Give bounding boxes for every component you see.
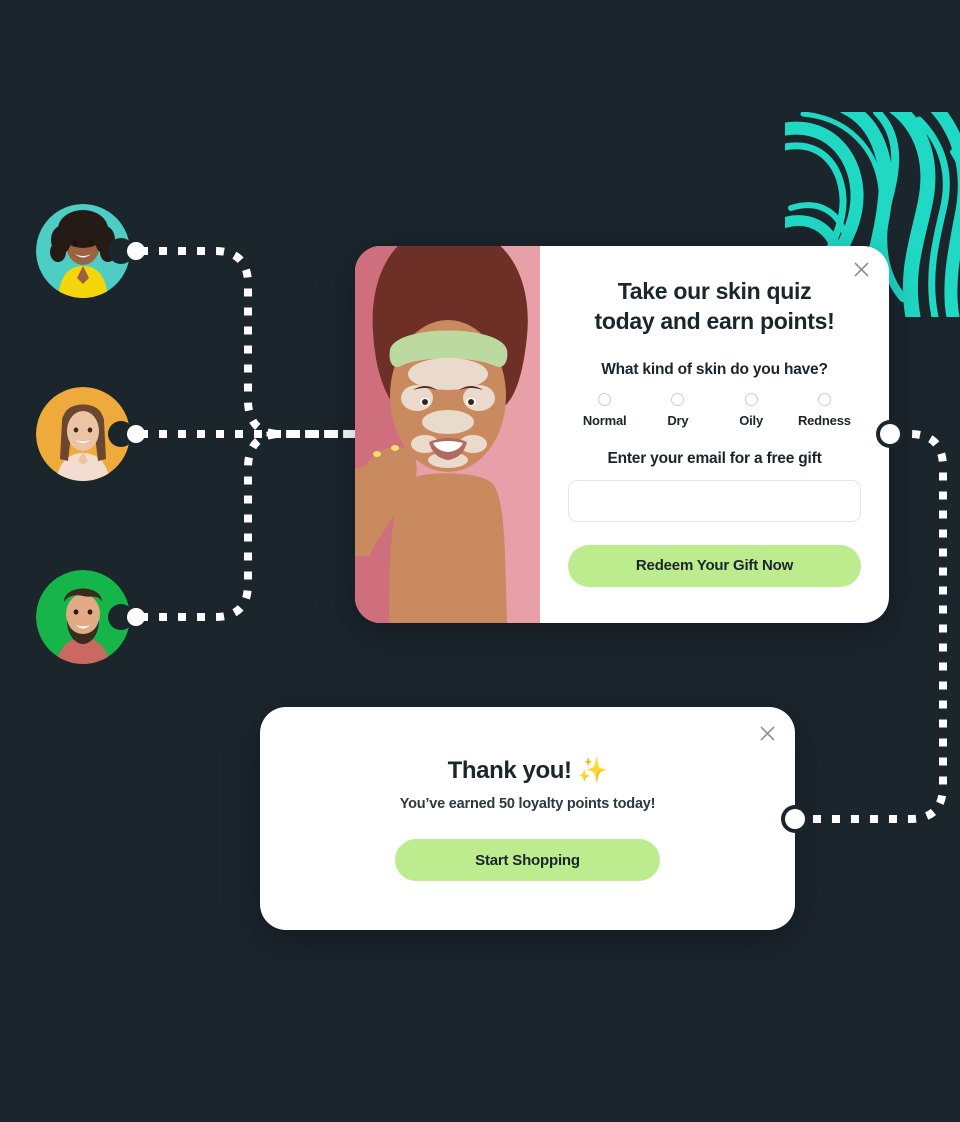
radio-label: Normal xyxy=(582,412,627,428)
radio-label: Dry xyxy=(667,412,689,428)
radio-circle-icon[interactable] xyxy=(598,392,612,406)
path-node-2 xyxy=(127,425,145,443)
close-icon[interactable] xyxy=(854,262,869,277)
path-node-3 xyxy=(127,608,145,626)
quiz-title-line-2: today and earn points! xyxy=(594,308,835,335)
radio-option-normal[interactable]: Normal xyxy=(568,392,641,428)
thank-you-modal: Thank you! ✨ You’ve earned 50 loyalty po… xyxy=(260,707,795,930)
email-input[interactable] xyxy=(568,479,861,522)
skin-quiz-modal: Take our skin quiz today and earn points… xyxy=(355,246,889,623)
radio-option-dry[interactable]: Dry xyxy=(641,392,714,428)
radio-option-oily[interactable]: Oily xyxy=(715,392,788,428)
path-node-thankyou-input xyxy=(785,809,805,829)
avatar-customer-2 xyxy=(36,387,130,481)
radio-circle-icon[interactable] xyxy=(817,392,831,406)
radio-label: Oily xyxy=(739,412,763,428)
path-node-quiz-output xyxy=(880,424,900,444)
avatar-customer-3 xyxy=(36,570,130,664)
path-node-1 xyxy=(127,242,145,260)
quiz-title: Take our skin quiz today and earn points… xyxy=(568,276,861,337)
close-icon[interactable] xyxy=(760,726,775,741)
radio-label: Redness xyxy=(797,412,851,428)
loyalty-points-message: You’ve earned 50 loyalty points today! xyxy=(399,796,656,812)
radio-option-redness[interactable]: Redness xyxy=(788,392,861,428)
avatar-customer-1 xyxy=(36,204,130,298)
start-shopping-button[interactable]: Start Shopping xyxy=(395,839,660,881)
quiz-question: What kind of skin do you have? xyxy=(601,360,828,378)
thank-you-title: Thank you! ✨ xyxy=(447,757,608,784)
radio-circle-icon[interactable] xyxy=(671,392,685,406)
skin-type-radio-group: Normal Dry Oily Redness xyxy=(568,392,861,428)
quiz-title-line-1: Take our skin quiz xyxy=(617,278,812,304)
promo-flow-illustration: Take our skin quiz today and earn points… xyxy=(0,0,960,1122)
radio-circle-icon[interactable] xyxy=(744,392,758,406)
email-field-label: Enter your email for a free gift xyxy=(607,449,822,467)
skincare-model-photo xyxy=(355,246,540,623)
redeem-gift-button[interactable]: Redeem Your Gift Now xyxy=(568,544,861,587)
